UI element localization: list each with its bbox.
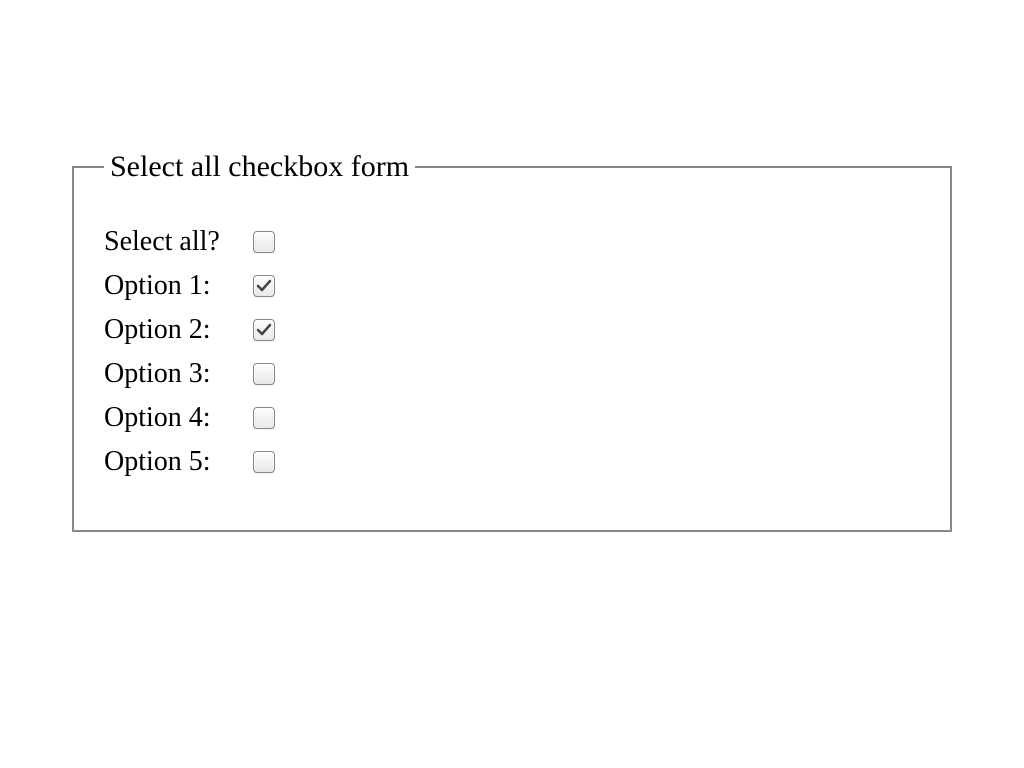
check-icon <box>256 278 272 294</box>
option-label: Option 4: <box>104 402 249 434</box>
option-row: Option 2: <box>104 314 920 346</box>
option-label: Option 1: <box>104 270 249 302</box>
option-1-checkbox[interactable] <box>253 275 275 297</box>
option-row: Option 1: <box>104 270 920 302</box>
option-label: Option 3: <box>104 358 249 390</box>
option-row: Option 5: <box>104 446 920 478</box>
select-all-row: Select all? <box>104 226 920 258</box>
option-label: Option 5: <box>104 446 249 478</box>
option-label: Option 2: <box>104 314 249 346</box>
select-all-form: Select all checkbox form Select all? Opt… <box>72 150 952 532</box>
option-3-checkbox[interactable] <box>253 363 275 385</box>
select-all-checkbox[interactable] <box>253 231 275 253</box>
option-row: Option 3: <box>104 358 920 390</box>
option-row: Option 4: <box>104 402 920 434</box>
option-2-checkbox[interactable] <box>253 319 275 341</box>
option-4-checkbox[interactable] <box>253 407 275 429</box>
check-icon <box>256 322 272 338</box>
select-all-label: Select all? <box>104 226 249 258</box>
option-5-checkbox[interactable] <box>253 451 275 473</box>
form-legend: Select all checkbox form <box>104 150 415 184</box>
